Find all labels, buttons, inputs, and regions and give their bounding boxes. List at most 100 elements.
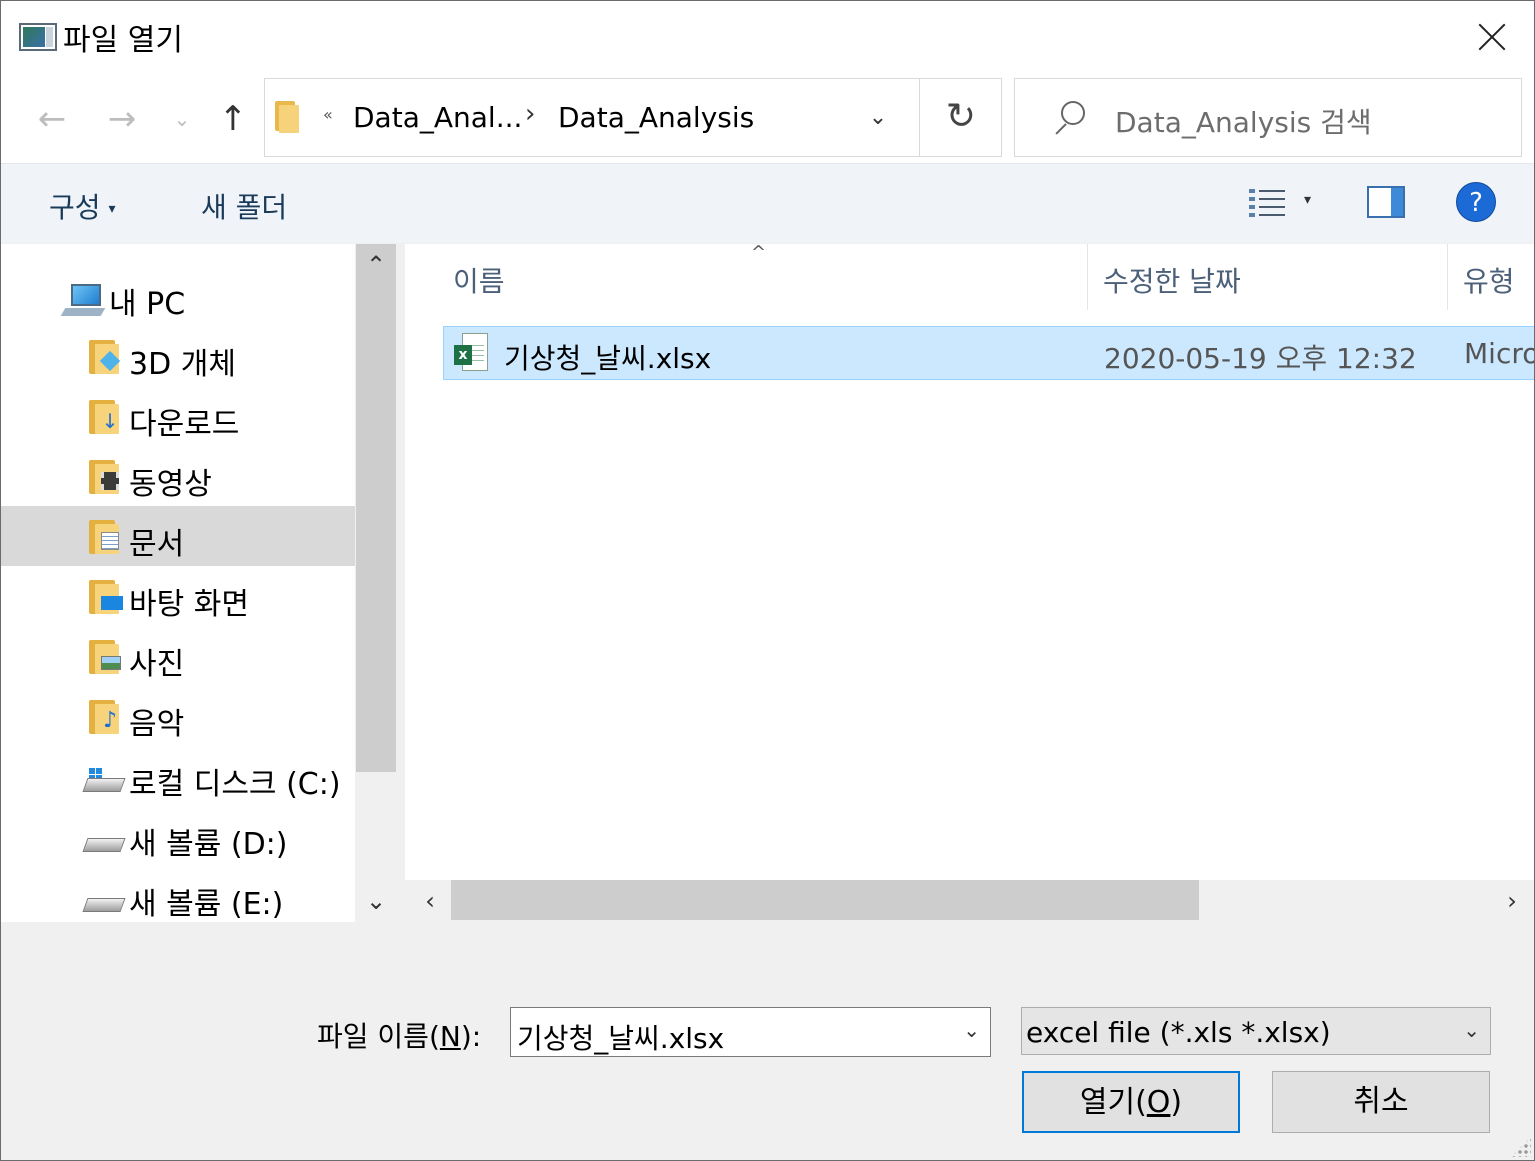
caret-down-icon: ▾: [108, 201, 116, 217]
help-icon[interactable]: ?: [1456, 182, 1496, 222]
nav-item-music[interactable]: ♪ 음악: [1, 686, 355, 746]
address-dropdown-chevron-icon[interactable]: ⌄: [863, 101, 893, 135]
scroll-down-chevron-icon[interactable]: ⌄: [355, 886, 397, 916]
nav-item-label: 새 볼륨 (E:): [129, 887, 284, 922]
file-name: 기상청_날씨.xlsx: [504, 342, 712, 375]
forward-arrow-icon[interactable]: →: [101, 97, 143, 141]
filename-value: 기상청_날씨.xlsx: [517, 1022, 725, 1055]
scrollbar-thumb[interactable]: [451, 880, 1199, 920]
navigation-bar: ← → ⌄ ↑ « Data_Anal... › Data_Analysis ⌄…: [1, 77, 1534, 163]
back-arrow-icon[interactable]: ←: [31, 97, 73, 141]
scroll-up-chevron-icon[interactable]: ⌃: [355, 250, 397, 280]
excel-file-icon: x: [454, 333, 490, 373]
filename-label-suffix: ):: [460, 1020, 482, 1053]
file-type-select[interactable]: excel file (*.xls *.xlsx) ⌄: [1021, 1007, 1491, 1055]
nav-item-this-pc[interactable]: 내 PC: [1, 266, 355, 326]
column-header-type[interactable]: 유형: [1463, 260, 1515, 332]
command-bar: 구성 ▾ 새 폴더 ▾ ?: [1, 163, 1534, 243]
filename-label: 파일 이름(N):: [317, 1015, 481, 1055]
nav-item-pictures[interactable]: 사진: [1, 626, 355, 686]
dialog-app-icon: [19, 23, 57, 51]
file-type: Micro: [1464, 337, 1534, 370]
view-options-caret-icon[interactable]: ▾: [1304, 192, 1311, 208]
scroll-right-chevron-icon[interactable]: ›: [1497, 886, 1527, 916]
navigation-tree: 내 PC 3D 개체 ↓ 다운로드 동영상 문서 바탕 화면 사진 ♪ 음악 로…: [1, 244, 355, 922]
nav-item-label: 로컬 디스크 (C:): [129, 767, 341, 802]
local-disk-icon: [82, 768, 126, 796]
nav-item-3d-objects[interactable]: 3D 개체: [1, 326, 355, 386]
nav-item-volume-d[interactable]: 새 볼륨 (D:): [1, 806, 355, 866]
column-divider[interactable]: [1087, 244, 1088, 310]
column-header-name[interactable]: 이름: [453, 260, 505, 332]
refresh-icon[interactable]: ↻: [933, 95, 989, 139]
nav-item-desktop[interactable]: 바탕 화면: [1, 566, 355, 626]
file-row-selected[interactable]: x 기상청_날씨.xlsx 2020-05-19 오후 12:32 Micro: [443, 326, 1534, 380]
title-bar: 파일 열기: [1, 1, 1534, 77]
folder-icon: [275, 101, 299, 133]
nav-item-label: 사진: [129, 647, 185, 682]
music-folder-icon: ♪: [89, 700, 121, 734]
column-divider[interactable]: [1447, 244, 1448, 310]
nav-item-documents[interactable]: 문서: [1, 506, 355, 566]
open-label-suffix: ): [1170, 1085, 1183, 1120]
filename-input[interactable]: 기상청_날씨.xlsx ⌄: [510, 1007, 991, 1057]
resize-grip-icon[interactable]: [1511, 1137, 1531, 1157]
filename-label-prefix: 파일 이름(: [317, 1020, 440, 1053]
organize-menu-button[interactable]: 구성 ▾: [49, 186, 116, 226]
nav-item-label: 동영상: [129, 467, 212, 502]
3d-objects-folder-icon: [89, 340, 121, 374]
filename-label-hotkey: N: [439, 1020, 461, 1053]
documents-folder-icon: [89, 520, 121, 554]
pictures-folder-icon: [89, 640, 121, 674]
recent-locations-chevron-icon[interactable]: ⌄: [169, 97, 195, 141]
file-list-horizontal-scrollbar[interactable]: ‹ ›: [405, 880, 1534, 922]
nav-item-downloads[interactable]: ↓ 다운로드: [1, 386, 355, 446]
close-icon[interactable]: [1471, 17, 1513, 59]
scrollbar-thumb[interactable]: [356, 244, 396, 772]
open-button[interactable]: 열기(O): [1022, 1071, 1240, 1133]
open-label-hotkey: O: [1146, 1085, 1171, 1120]
chevron-down-icon: ⌄: [1463, 1018, 1480, 1042]
new-folder-button[interactable]: 새 폴더: [201, 186, 287, 226]
drive-icon: [82, 888, 126, 916]
search-placeholder: Data_Analysis 검색: [1115, 106, 1372, 139]
column-header-date-modified[interactable]: 수정한 날짜: [1103, 260, 1241, 332]
nav-item-local-disk-c[interactable]: 로컬 디스크 (C:): [1, 746, 355, 806]
downloads-folder-icon: ↓: [89, 400, 121, 434]
nav-item-label: 새 볼륨 (D:): [129, 827, 288, 862]
file-list: ^ 이름 수정한 날짜 유형 x 기상청_날씨.xlsx 2020-05-19 …: [405, 244, 1534, 922]
search-icon: [1051, 101, 1085, 135]
breadcrumb-item[interactable]: Data_Analysis: [558, 101, 754, 134]
sort-ascending-icon: ^: [751, 244, 767, 263]
nav-item-videos[interactable]: 동영상: [1, 446, 355, 506]
nav-pane-scrollbar[interactable]: ⌃ ⌄: [355, 244, 397, 922]
navigation-pane: 내 PC 3D 개체 ↓ 다운로드 동영상 문서 바탕 화면 사진 ♪ 음악 로…: [1, 244, 397, 922]
file-type-value: excel file (*.xls *.xlsx): [1026, 1016, 1331, 1049]
preview-pane-icon[interactable]: [1367, 186, 1405, 218]
drive-icon: [82, 828, 126, 856]
desktop-folder-icon: [89, 580, 123, 614]
nav-item-volume-e[interactable]: 새 볼륨 (E:): [1, 866, 355, 922]
cancel-button[interactable]: 취소: [1272, 1071, 1490, 1133]
address-bar[interactable]: « Data_Anal... › Data_Analysis ⌄ ↻: [264, 78, 1002, 157]
search-input[interactable]: Data_Analysis 검색: [1014, 78, 1522, 157]
nav-item-label: 문서: [129, 527, 185, 562]
this-pc-icon: [60, 284, 106, 318]
window-title: 파일 열기: [63, 23, 183, 58]
breadcrumb-separator-icon[interactable]: ›: [525, 99, 535, 129]
nav-item-label: 음악: [129, 707, 185, 742]
chevron-down-icon[interactable]: ⌄: [963, 1018, 980, 1042]
nav-item-label: 내 PC: [109, 287, 186, 322]
open-label-prefix: 열기(: [1079, 1085, 1147, 1120]
view-details-icon[interactable]: [1249, 186, 1285, 218]
address-divider: [919, 79, 920, 156]
file-date-modified: 2020-05-19 오후 12:32: [1104, 342, 1417, 375]
scroll-left-chevron-icon[interactable]: ‹: [415, 886, 445, 916]
nav-item-label: 바탕 화면: [129, 587, 249, 622]
breadcrumb-overflow-icon[interactable]: «: [323, 105, 333, 124]
nav-item-label: 다운로드: [129, 407, 240, 442]
up-arrow-icon[interactable]: ↑: [213, 97, 253, 141]
breadcrumb-item[interactable]: Data_Anal...: [353, 101, 522, 134]
file-open-dialog: 파일 열기 ← → ⌄ ↑ « Data_Anal... › Data_Anal…: [0, 0, 1535, 1161]
nav-item-label: 3D 개체: [129, 347, 236, 382]
